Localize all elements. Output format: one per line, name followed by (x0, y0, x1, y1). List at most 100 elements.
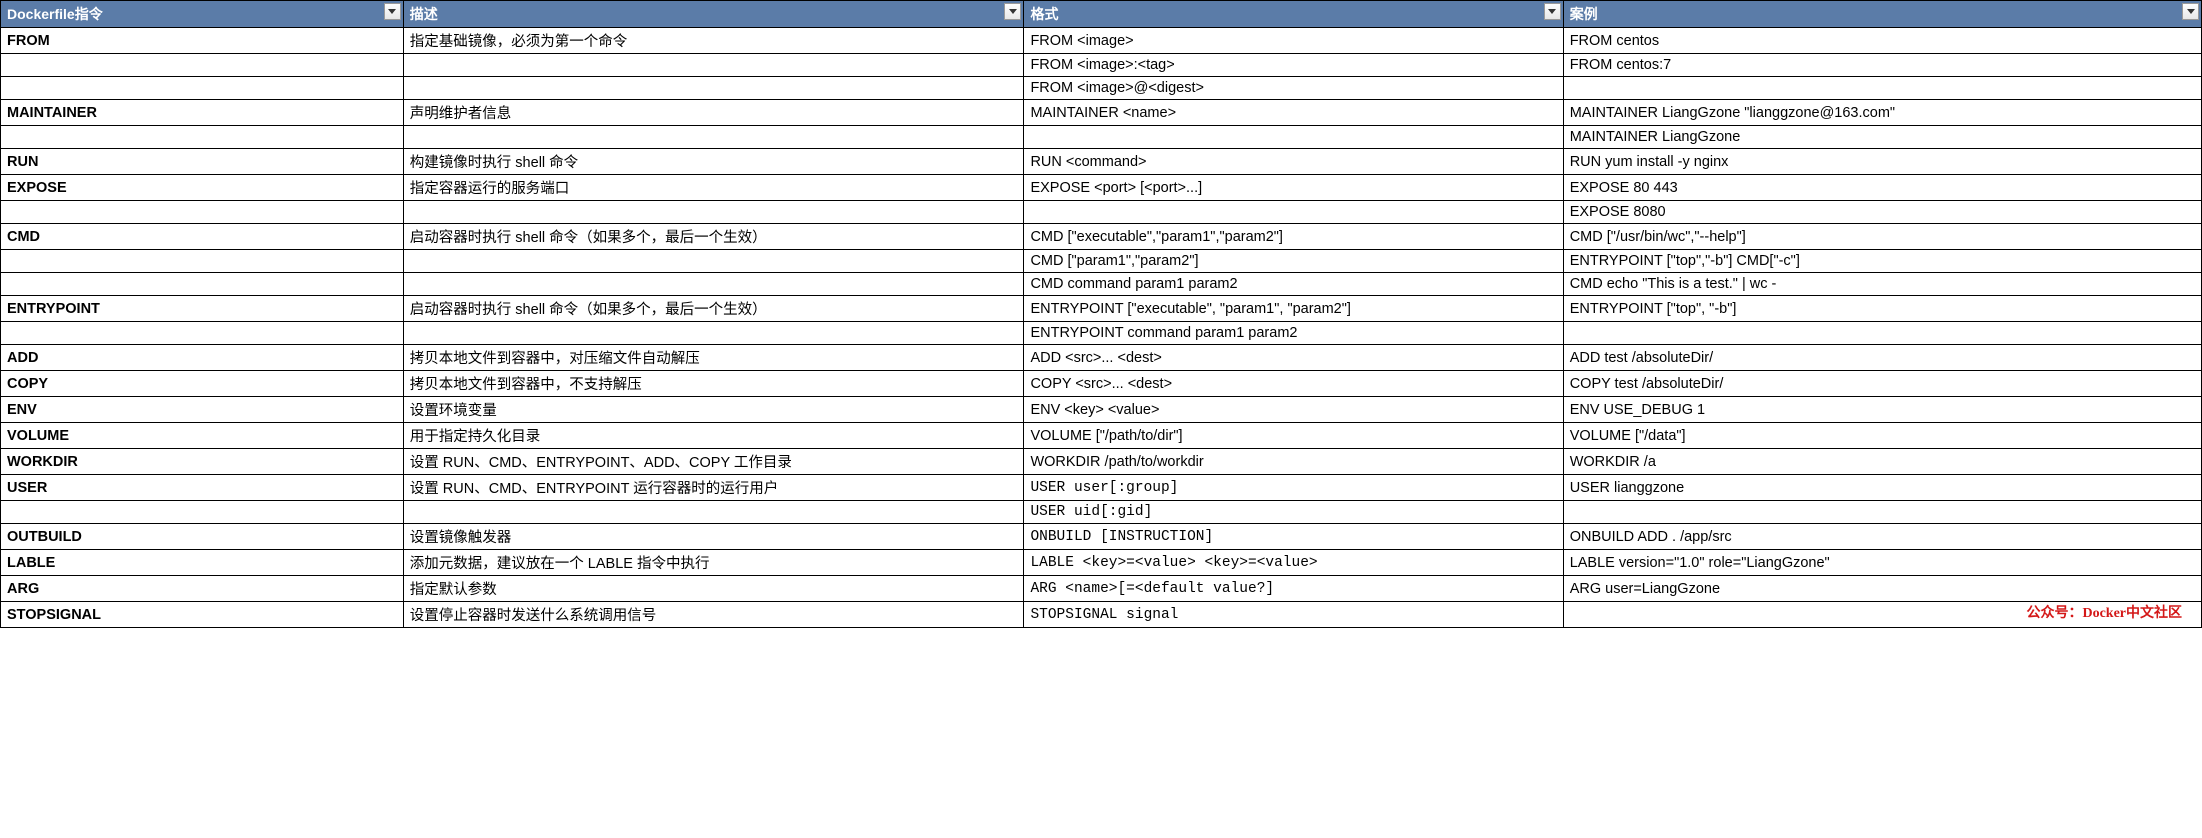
cell-description: 声明维护者信息 (403, 100, 1024, 126)
cell-example: ADD test /absoluteDir/ (1563, 345, 2201, 371)
cell-example: ONBUILD ADD . /app/src (1563, 524, 2201, 550)
table-row: ENTRYPOINT启动容器时执行 shell 命令（如果多个，最后一个生效）E… (1, 296, 2202, 322)
table-row: FROM <image>:<tag>FROM centos:7 (1, 54, 2202, 77)
cell-instruction: CMD (1, 224, 404, 250)
cell-instruction: COPY (1, 371, 404, 397)
cell-format: USER uid[:gid] (1024, 501, 1563, 524)
cell-example: ENTRYPOINT ["top","-b"] CMD["-c"] (1563, 250, 2201, 273)
cell-description: 拷贝本地文件到容器中，不支持解压 (403, 371, 1024, 397)
cell-description (403, 273, 1024, 296)
cell-description (403, 201, 1024, 224)
cell-instruction (1, 201, 404, 224)
cell-example: WORKDIR /a (1563, 449, 2201, 475)
cell-example: EXPOSE 80 443 (1563, 175, 2201, 201)
cell-format: WORKDIR /path/to/workdir (1024, 449, 1563, 475)
cell-example: USER lianggzone (1563, 475, 2201, 501)
cell-format: STOPSIGNAL signal (1024, 602, 1563, 628)
cell-format: ENV <key> <value> (1024, 397, 1563, 423)
cell-instruction (1, 501, 404, 524)
cell-instruction (1, 273, 404, 296)
cell-description: 设置 RUN、CMD、ENTRYPOINT、ADD、COPY 工作目录 (403, 449, 1024, 475)
cell-description (403, 501, 1024, 524)
dockerfile-reference-table: Dockerfile指令 描述 格式 案例 FROM指定基础镜像，必须为第一个命… (0, 0, 2202, 628)
cell-description: 设置停止容器时发送什么系统调用信号 (403, 602, 1024, 628)
cell-description (403, 54, 1024, 77)
col-header-example[interactable]: 案例 (1563, 1, 2201, 28)
cell-format: FROM <image>:<tag> (1024, 54, 1563, 77)
filter-dropdown-icon[interactable] (384, 3, 401, 20)
cell-description: 添加元数据，建议放在一个 LABLE 指令中执行 (403, 550, 1024, 576)
cell-example: MAINTAINER LiangGzone "lianggzone@163.co… (1563, 100, 2201, 126)
table-row: USER uid[:gid] (1, 501, 2202, 524)
cell-format: RUN <command> (1024, 149, 1563, 175)
cell-example: ARG user=LiangGzone (1563, 576, 2201, 602)
cell-description (403, 77, 1024, 100)
cell-format: ONBUILD [INSTRUCTION] (1024, 524, 1563, 550)
cell-example: LABLE version="1.0" role="LiangGzone" (1563, 550, 2201, 576)
cell-format: CMD ["param1","param2"] (1024, 250, 1563, 273)
cell-instruction: EXPOSE (1, 175, 404, 201)
cell-description (403, 322, 1024, 345)
table-row: WORKDIR设置 RUN、CMD、ENTRYPOINT、ADD、COPY 工作… (1, 449, 2202, 475)
table-row: CMD command param1 param2CMD echo "This … (1, 273, 2202, 296)
cell-example (1563, 322, 2201, 345)
table-row: STOPSIGNAL设置停止容器时发送什么系统调用信号STOPSIGNAL si… (1, 602, 2202, 628)
table-row: COPY拷贝本地文件到容器中，不支持解压COPY <src>... <dest>… (1, 371, 2202, 397)
header-label: Dockerfile指令 (7, 6, 103, 22)
table-row: ADD拷贝本地文件到容器中，对压缩文件自动解压ADD <src>... <des… (1, 345, 2202, 371)
table-row: EXPOSE指定容器运行的服务端口EXPOSE <port> [<port>..… (1, 175, 2202, 201)
cell-instruction: ENV (1, 397, 404, 423)
cell-example: MAINTAINER LiangGzone (1563, 126, 2201, 149)
cell-description: 拷贝本地文件到容器中，对压缩文件自动解压 (403, 345, 1024, 371)
cell-format: MAINTAINER <name> (1024, 100, 1563, 126)
cell-instruction: STOPSIGNAL (1, 602, 404, 628)
filter-dropdown-icon[interactable] (2182, 3, 2199, 20)
cell-instruction: LABLE (1, 550, 404, 576)
cell-format: ENTRYPOINT ["executable", "param1", "par… (1024, 296, 1563, 322)
cell-example (1563, 602, 2201, 628)
cell-format: USER user[:group] (1024, 475, 1563, 501)
col-header-instruction[interactable]: Dockerfile指令 (1, 1, 404, 28)
cell-instruction: WORKDIR (1, 449, 404, 475)
cell-instruction: RUN (1, 149, 404, 175)
cell-instruction: OUTBUILD (1, 524, 404, 550)
cell-description: 指定默认参数 (403, 576, 1024, 602)
cell-example: EXPOSE 8080 (1563, 201, 2201, 224)
table-row: RUN构建镜像时执行 shell 命令RUN <command>RUN yum … (1, 149, 2202, 175)
table-row: VOLUME用于指定持久化目录VOLUME ["/path/to/dir"]VO… (1, 423, 2202, 449)
cell-description: 指定容器运行的服务端口 (403, 175, 1024, 201)
cell-format (1024, 126, 1563, 149)
table-row: ENV设置环境变量ENV <key> <value>ENV USE_DEBUG … (1, 397, 2202, 423)
table-row: ENTRYPOINT command param1 param2 (1, 322, 2202, 345)
cell-instruction (1, 77, 404, 100)
col-header-description[interactable]: 描述 (403, 1, 1024, 28)
cell-example: FROM centos:7 (1563, 54, 2201, 77)
header-label: 格式 (1030, 6, 1058, 22)
cell-description: 设置环境变量 (403, 397, 1024, 423)
cell-format: CMD ["executable","param1","param2"] (1024, 224, 1563, 250)
cell-instruction (1, 322, 404, 345)
table-row: MAINTAINER声明维护者信息MAINTAINER <name>MAINTA… (1, 100, 2202, 126)
cell-instruction: VOLUME (1, 423, 404, 449)
cell-format (1024, 201, 1563, 224)
cell-instruction: USER (1, 475, 404, 501)
filter-dropdown-icon[interactable] (1544, 3, 1561, 20)
table-row: CMD启动容器时执行 shell 命令（如果多个，最后一个生效）CMD ["ex… (1, 224, 2202, 250)
filter-dropdown-icon[interactable] (1004, 3, 1021, 20)
cell-example: CMD echo "This is a test." | wc - (1563, 273, 2201, 296)
cell-instruction: MAINTAINER (1, 100, 404, 126)
cell-description: 用于指定持久化目录 (403, 423, 1024, 449)
cell-description (403, 250, 1024, 273)
cell-format: VOLUME ["/path/to/dir"] (1024, 423, 1563, 449)
cell-example: RUN yum install -y nginx (1563, 149, 2201, 175)
cell-example: VOLUME ["/data"] (1563, 423, 2201, 449)
cell-example: CMD ["/usr/bin/wc","--help"] (1563, 224, 2201, 250)
table-row: OUTBUILD设置镜像触发器ONBUILD [INSTRUCTION]ONBU… (1, 524, 2202, 550)
cell-format: LABLE <key>=<value> <key>=<value> (1024, 550, 1563, 576)
table-row: USER设置 RUN、CMD、ENTRYPOINT 运行容器时的运行用户USER… (1, 475, 2202, 501)
col-header-format[interactable]: 格式 (1024, 1, 1563, 28)
table-row: FROM指定基础镜像，必须为第一个命令FROM <image>FROM cent… (1, 28, 2202, 54)
cell-description: 启动容器时执行 shell 命令（如果多个，最后一个生效） (403, 224, 1024, 250)
cell-description: 构建镜像时执行 shell 命令 (403, 149, 1024, 175)
cell-instruction: ADD (1, 345, 404, 371)
